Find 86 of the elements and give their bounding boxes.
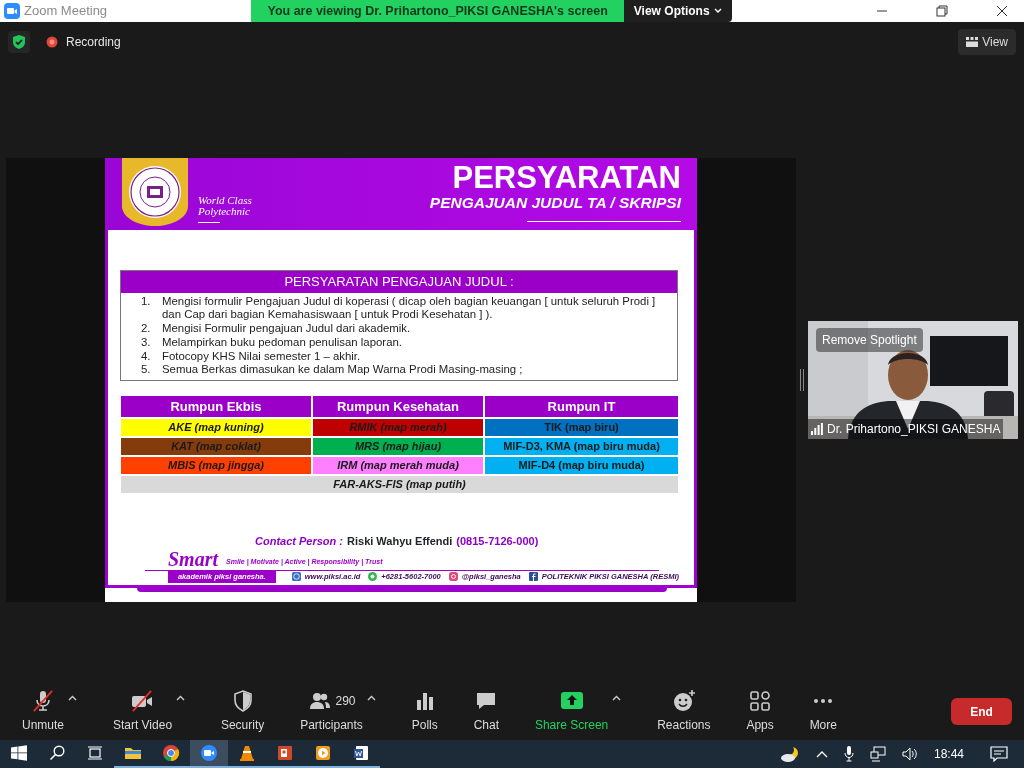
requirement-text: Semua Berkas dimasukan ke dalam Map Warna Prodi Masing-masing ; [162, 363, 523, 378]
caret-icon[interactable] [176, 695, 186, 701]
table-cell: MIF-D4 (map biru muda) [485, 457, 678, 475]
table-cell: TIK (map biru) [485, 419, 678, 437]
camera-icon [448, 572, 458, 582]
facebook-icon [528, 572, 538, 582]
requirement-text: Fotocopy KHS Nilai semester 1 – akhir. [162, 349, 361, 364]
video-camera-icon [200, 744, 218, 762]
list-number: 2. [141, 322, 152, 336]
toolbar-button[interactable]: Reactions [657, 689, 711, 734]
microphone-icon[interactable] [843, 746, 854, 762]
chevron-up-icon[interactable] [815, 750, 828, 758]
screen-share-banner: You are viewing Dr. Prihartono_PIKSI GANESHA's screen [251, 0, 624, 22]
column-header: Rumpun IT [485, 396, 678, 418]
column-header: Rumpun Kesehatan [313, 396, 483, 418]
slide-subtitle: PENGAJUAN JUDUL TA / SKRIPSI [429, 193, 681, 211]
caret-icon[interactable] [612, 695, 622, 701]
traffic-cone-icon [238, 744, 256, 762]
college-crest-logo [120, 157, 190, 226]
signal-icon [811, 423, 823, 435]
network-icon[interactable] [869, 746, 886, 762]
toolbar-button[interactable]: Apps [746, 689, 774, 734]
resize-handle[interactable] [800, 368, 804, 391]
column-header: Rumpun Ekbis [121, 396, 311, 418]
requirement-text: Mengisi formulir Pengajuan Judul di koperasi ( dicap oleh bagian keuangan [ untuk seluruh Prodi ] dan Cap dari bagian Kemahasiswaan [ untuk Prodi Kesehatan ] ). [162, 294, 657, 323]
toolbar-button[interactable]: Share Screen [534, 689, 609, 734]
contact-name: Riski Wahyu Effendi [347, 534, 453, 550]
motto-text: Polytechnic [198, 205, 251, 217]
list-number: 3. [141, 335, 152, 350]
table-cell: MBIS (map jingga) [121, 457, 311, 475]
table-cell: FAR-AKS-FIS (map putih) [121, 476, 678, 494]
table-cell: RMIK (map merah) [313, 419, 483, 437]
table-cell: KAT (map coklat) [121, 438, 311, 456]
list-number: 4. [141, 349, 152, 364]
zoom-logo-icon [4, 3, 20, 19]
shield-icon[interactable] [8, 31, 30, 53]
grid-icon [966, 37, 979, 47]
requirement-text: Mengisi Formulir pengajuan Judul dari akademik. [162, 322, 411, 336]
slide-title: PERSYARATAN [452, 161, 681, 194]
windows-icon [11, 745, 27, 761]
section-heading: PERSYARATAN PENGAJUAN JUDUL : [121, 270, 677, 293]
list-number: 1. [141, 294, 152, 309]
table-cell: MRS (map hijau) [313, 438, 483, 456]
caret-icon[interactable] [68, 695, 78, 701]
requirement-text: Melampirkan buku pedoman penulisan laporan. [162, 335, 402, 350]
caret-icon[interactable] [366, 695, 376, 701]
participant-name: Dr. Prihartono_PIKSI GANESHA [827, 421, 1001, 438]
end-button[interactable]: End [951, 698, 1012, 725]
toolbar-button[interactable]: 290 Participants [300, 689, 363, 734]
document-app-icon [352, 744, 370, 762]
close-icon[interactable] [996, 5, 1008, 17]
toolbar-button[interactable]: Unmute [22, 689, 65, 734]
caret-icon [713, 8, 722, 14]
participant-count: 290 [335, 693, 356, 710]
globe-icon [291, 572, 301, 582]
slides-app-icon [276, 744, 294, 762]
toolbar-button[interactable]: More [809, 689, 837, 734]
notification-icon[interactable] [990, 746, 1008, 762]
view-button[interactable]: View [958, 29, 1016, 55]
play-icon [314, 744, 332, 762]
window-title: Zoom Meeting [24, 2, 108, 21]
view-options-button[interactable]: View Options [623, 0, 732, 22]
moon-cloud-icon[interactable] [779, 745, 800, 763]
contact-label: Contact Person : [255, 534, 343, 550]
toolbar-button[interactable]: Chat [473, 689, 499, 734]
remove-spotlight-button[interactable]: Remove Spotlight [816, 328, 923, 352]
search-icon [49, 745, 65, 761]
table-cell: MIF-D3, KMA (map biru muda) [485, 438, 678, 456]
toolbar-button[interactable]: Polls [411, 689, 438, 734]
taskbar-app[interactable] [190, 740, 228, 768]
motto-text: World Class [198, 194, 252, 206]
phone-chat-icon [368, 572, 378, 582]
table-cell: AKE (map kuning) [121, 419, 311, 437]
volume-icon[interactable] [901, 746, 918, 762]
recording-label: Recording [66, 34, 121, 51]
toolbar-button[interactable]: Start Video [112, 689, 173, 734]
restore-icon[interactable] [936, 5, 948, 17]
table-cell: IRM (map merah muda) [313, 457, 483, 475]
recording-dot-icon [46, 36, 58, 48]
task-view-icon [87, 745, 103, 761]
slogan-word: Smart [168, 549, 219, 568]
contact-phone: (0815-7126-000) [456, 534, 539, 550]
toolbar-button[interactable]: Security [220, 689, 265, 734]
clock-time[interactable]: 18:44 [933, 745, 964, 763]
browser-icon [162, 744, 180, 762]
list-number: 5. [141, 363, 152, 378]
